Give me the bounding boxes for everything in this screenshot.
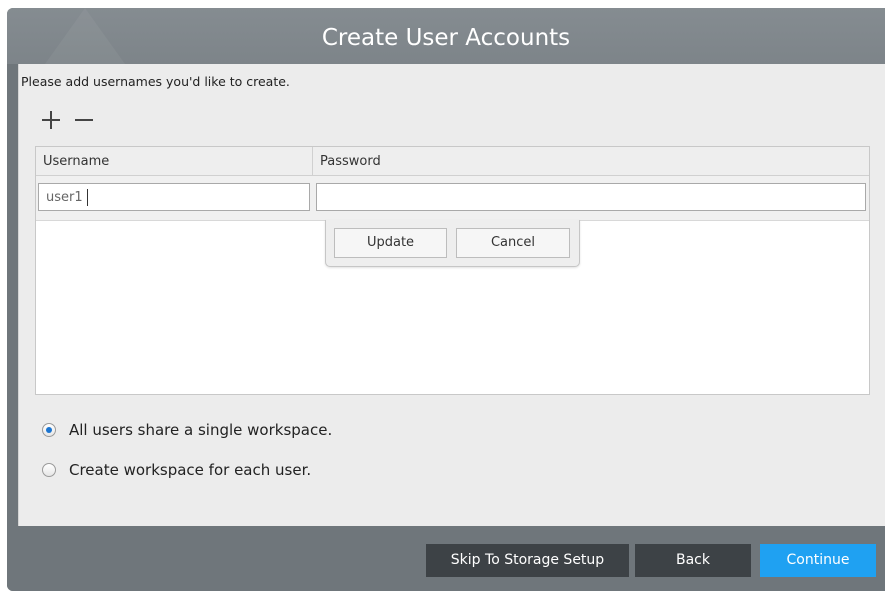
username-input[interactable] bbox=[38, 183, 310, 211]
radio-label: Create workspace for each user. bbox=[69, 461, 312, 479]
continue-button[interactable]: Continue bbox=[760, 544, 876, 577]
footer-bar: Skip To Storage Setup Back Continue bbox=[7, 526, 885, 591]
skip-to-storage-setup-button[interactable]: Skip To Storage Setup bbox=[426, 544, 629, 577]
update-button[interactable]: Update bbox=[334, 228, 447, 258]
table-row-editing bbox=[36, 176, 869, 221]
radio-button-selected[interactable] bbox=[42, 423, 56, 437]
title-bar: Create User Accounts bbox=[7, 8, 885, 64]
users-table: Username Password Update Cancel bbox=[35, 146, 870, 395]
minus-icon bbox=[75, 119, 93, 121]
column-header-username[interactable]: Username bbox=[43, 147, 109, 175]
plus-icon bbox=[42, 111, 60, 129]
radio-button[interactable] bbox=[42, 463, 56, 477]
column-divider[interactable] bbox=[312, 147, 313, 175]
cancel-button[interactable]: Cancel bbox=[456, 228, 570, 258]
password-input[interactable] bbox=[316, 183, 866, 211]
screen: Create User Accounts Please add username… bbox=[0, 0, 885, 591]
table-header: Username Password bbox=[36, 147, 869, 176]
dialog-window: Create User Accounts Please add username… bbox=[7, 8, 885, 591]
row-editor-popover: Update Cancel bbox=[325, 220, 580, 267]
column-header-password[interactable]: Password bbox=[320, 147, 381, 175]
content-panel: Please add usernames you'd like to creat… bbox=[18, 64, 885, 526]
add-user-button[interactable] bbox=[39, 108, 63, 132]
dialog-title: Create User Accounts bbox=[321, 25, 571, 51]
radio-label: All users share a single workspace. bbox=[69, 421, 333, 439]
remove-user-button[interactable] bbox=[72, 108, 96, 132]
instruction-text: Please add usernames you'd like to creat… bbox=[21, 74, 290, 89]
text-caret bbox=[87, 189, 88, 206]
back-button[interactable]: Back bbox=[635, 544, 751, 577]
